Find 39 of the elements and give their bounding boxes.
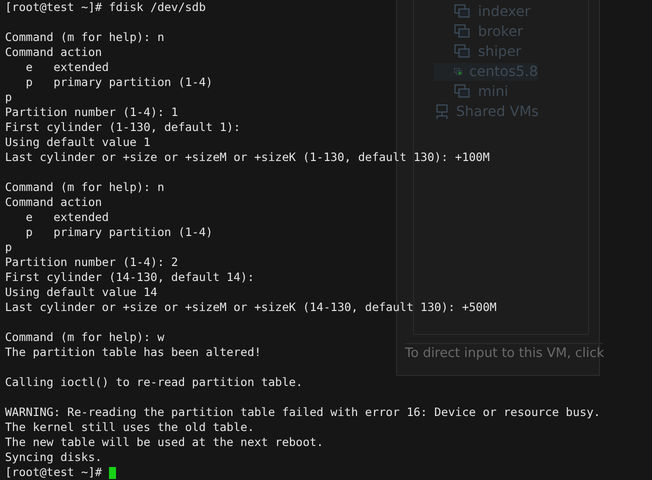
terminal-line: The new table will be used at the next reboot. bbox=[5, 435, 324, 450]
vm-item[interactable]: shiper bbox=[434, 43, 588, 61]
vm-item[interactable]: broker bbox=[434, 23, 588, 41]
terminal-line: Command (m for help): n bbox=[5, 180, 164, 195]
vm-hint-text: To direct input to this VM, click bbox=[405, 343, 603, 363]
vm-icon bbox=[454, 24, 472, 40]
vm-item[interactable]: indexer bbox=[434, 3, 588, 21]
terminal-line: Syncing disks. bbox=[5, 450, 102, 465]
terminal-line: Partition number (1-4): 2 bbox=[5, 255, 178, 270]
terminal-line: Using default value 14 bbox=[5, 285, 158, 300]
shared-vms-icon bbox=[434, 104, 450, 120]
terminal-prompt: [root@test ~]# bbox=[5, 465, 103, 480]
terminal-line: Calling ioctl() to re-read partition table. bbox=[5, 375, 303, 390]
terminal-line: First cylinder (14-130, default 14): bbox=[5, 270, 254, 285]
terminal-cursor bbox=[108, 466, 116, 478]
terminal-line: Command action bbox=[5, 45, 102, 60]
vm-icon bbox=[454, 44, 472, 60]
terminal-line: First cylinder (1-130, default 1): bbox=[5, 120, 240, 135]
shared-vms-item[interactable]: Shared VMs bbox=[434, 103, 588, 121]
terminal-line: p bbox=[5, 90, 12, 105]
vm-icon bbox=[454, 4, 472, 20]
vm-icon bbox=[454, 84, 472, 100]
terminal-line: Command action bbox=[5, 195, 102, 210]
terminal-line: Command (m for help): n bbox=[5, 30, 164, 45]
terminal-line: e extended bbox=[24, 210, 109, 225]
terminal-line: Last cylinder or +size or +sizeM or +sizeK (14-130, default 130): +500M bbox=[5, 300, 497, 315]
terminal-line: p primary partition (1-4) bbox=[24, 225, 213, 240]
terminal-line: The kernel still uses the old table. bbox=[5, 420, 254, 435]
terminal-line: [root@test ~]# fdisk /dev/sdb bbox=[5, 0, 206, 15]
terminal-line: Partition number (1-4): 1 bbox=[5, 105, 178, 120]
terminal-line: WARNING: Re-reading the partition table failed with error 16: Device or resource busy. bbox=[5, 405, 600, 420]
terminal-line: Last cylinder or +size or +sizeM or +sizeK (1-130, default 130): +100M bbox=[5, 150, 490, 165]
terminal-line: Command (m for help): w bbox=[5, 330, 164, 345]
terminal-line: The partition table has been altered! bbox=[5, 345, 262, 360]
terminal-line: e extended bbox=[24, 60, 109, 75]
terminal-line: p bbox=[5, 240, 12, 255]
vm-item[interactable]: mini bbox=[434, 83, 588, 101]
terminal-line: Using default value 1 bbox=[5, 135, 150, 150]
terminal-line: p primary partition (1-4) bbox=[24, 75, 213, 90]
